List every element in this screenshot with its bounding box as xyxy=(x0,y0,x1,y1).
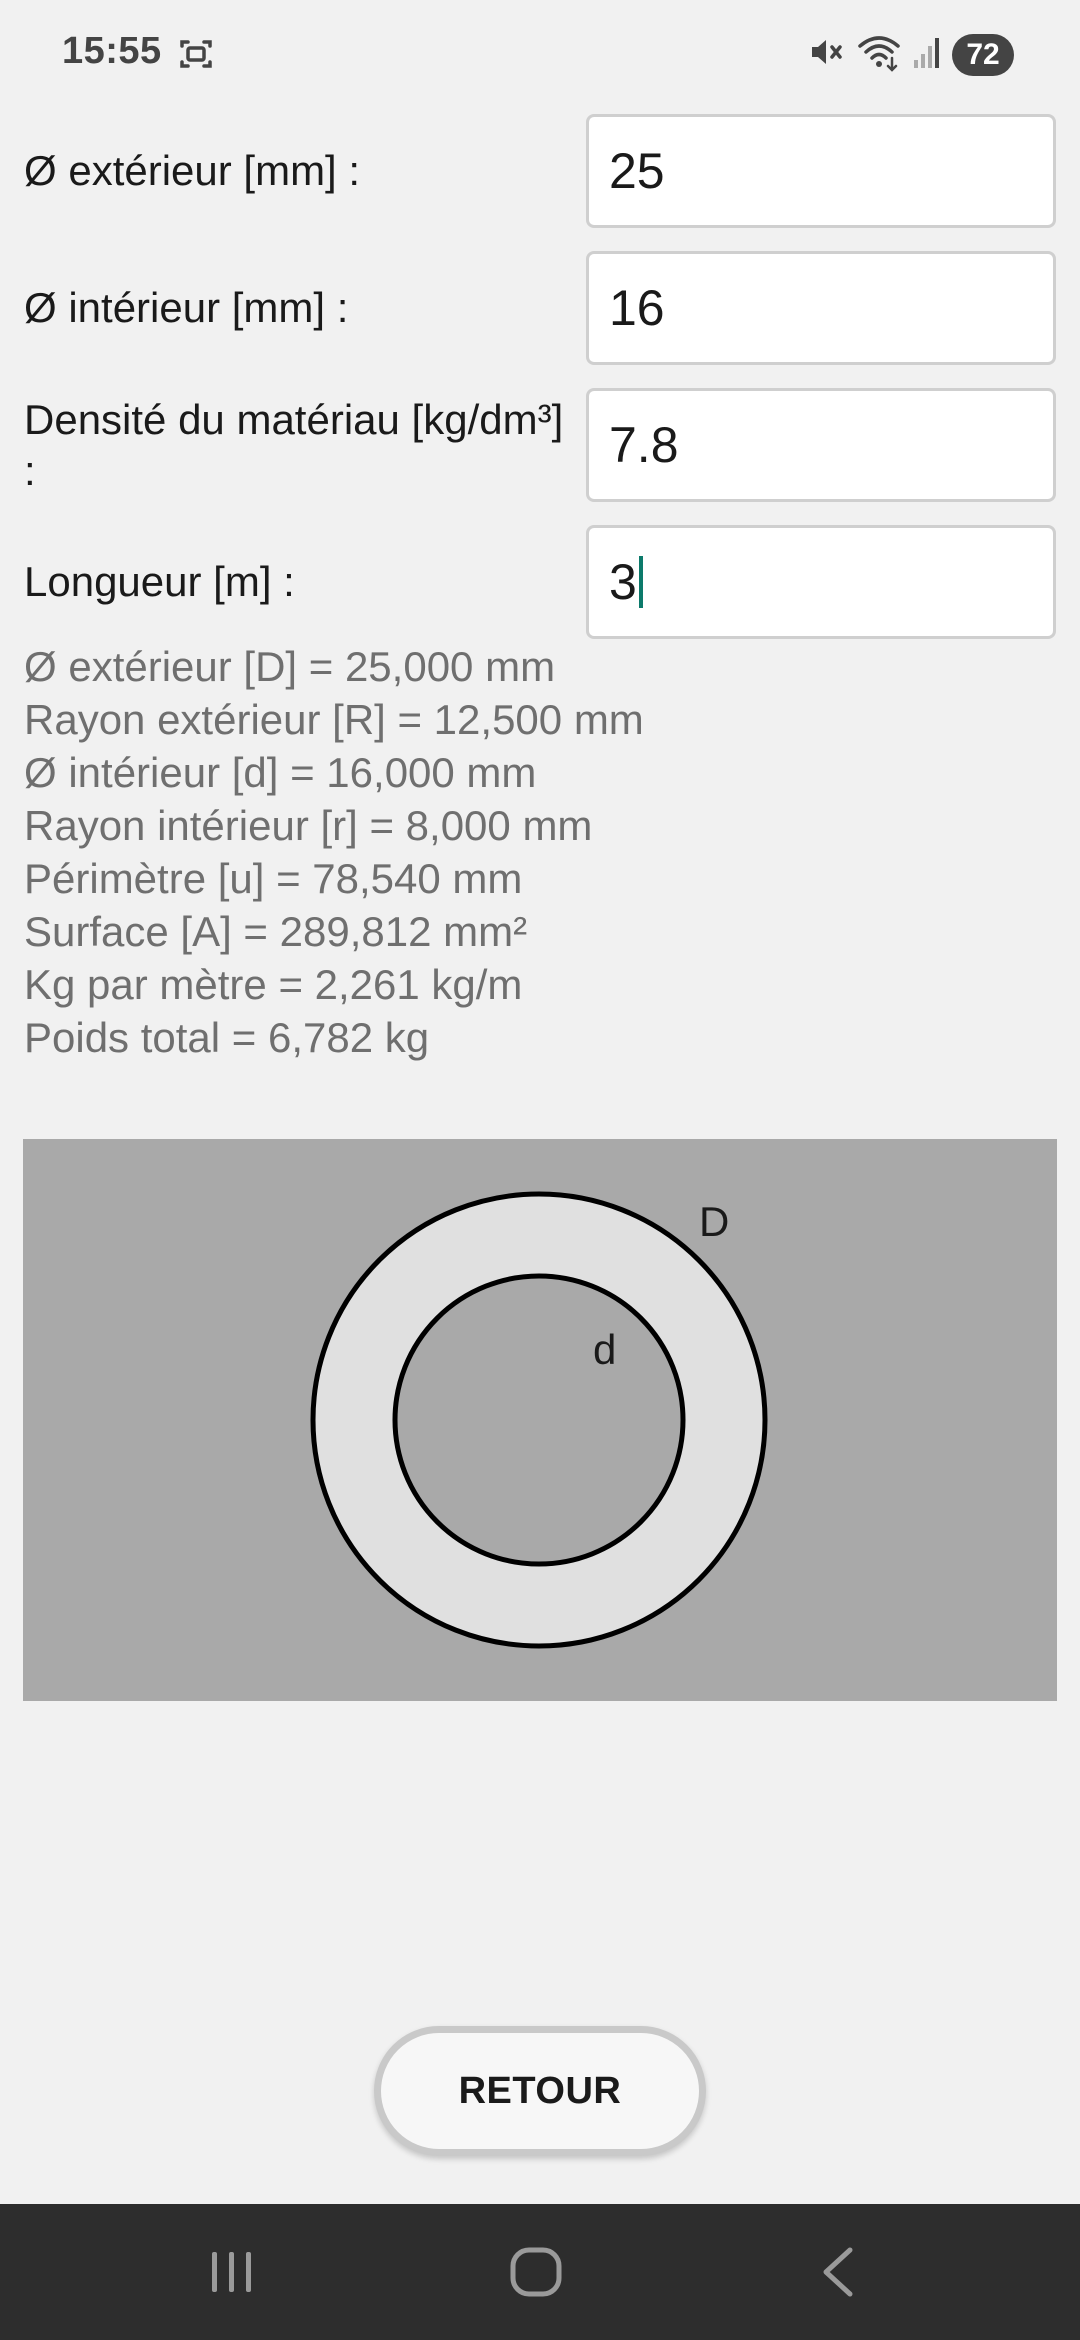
screenshot-icon xyxy=(178,36,214,77)
outer-diameter-label: Ø extérieur [mm] : xyxy=(24,147,361,195)
inner-circle xyxy=(392,1273,686,1567)
result-perimeter: Périmètre [u] = 78,540 mm xyxy=(24,855,523,902)
back-button[interactable]: RETOUR xyxy=(374,2026,706,2156)
text-caret xyxy=(638,556,643,608)
length-input-value: 3 xyxy=(609,554,637,610)
density-input[interactable]: 7.8 xyxy=(586,388,1056,502)
inner-diameter-marker: d xyxy=(593,1326,616,1373)
status-bar: 15:55 72 xyxy=(0,0,1080,110)
tube-diagram: D d xyxy=(23,1139,1057,1701)
outer-diameter-input[interactable]: 25 xyxy=(586,114,1056,228)
navigation-bar xyxy=(0,2204,1080,2340)
mute-icon xyxy=(806,32,846,77)
signal-icon xyxy=(912,32,942,77)
form-row-length: Longueur [m] : 3 xyxy=(0,525,1080,639)
result-surface: Surface [A] = 289,812 mm² xyxy=(24,908,528,955)
back-icon[interactable] xyxy=(814,2244,862,2305)
screen: 15:55 72 Ø extérieur [mm]: 25 Ø intérie… xyxy=(0,0,1080,2340)
results-list: Ø extérieur [D] = 25,000 mm Rayon extéri… xyxy=(24,640,1064,1064)
form-row-density: Densité du matériau [kg/dm³] : 7.8 xyxy=(0,388,1080,502)
result-outer-diameter: Ø extérieur [D] = 25,000 mm xyxy=(24,643,556,690)
result-outer-radius: Rayon extérieur [R] = 12,500 mm xyxy=(24,696,644,743)
outer-diameter-marker: D xyxy=(699,1198,729,1245)
wifi-icon xyxy=(856,32,902,77)
status-icons: 72 xyxy=(806,32,1014,77)
result-total-weight: Poids total = 6,782 kg xyxy=(24,1014,430,1061)
inner-diameter-input[interactable]: 16 xyxy=(586,251,1056,365)
density-label: Densité du matériau [kg/dm³] : xyxy=(24,395,564,494)
recent-apps-icon[interactable] xyxy=(206,2244,258,2305)
length-input[interactable]: 3 xyxy=(586,525,1056,639)
result-inner-diameter: Ø intérieur [d] = 16,000 mm xyxy=(24,749,537,796)
form-row-outer-diameter: Ø extérieur [mm] : 25 xyxy=(0,114,1080,228)
result-inner-radius: Rayon intérieur [r] = 8,000 mm xyxy=(24,802,593,849)
form-row-inner-diameter: Ø intérieur [mm] : 16 xyxy=(0,251,1080,365)
inner-diameter-label: Ø intérieur [mm] : xyxy=(24,284,349,332)
home-icon[interactable] xyxy=(508,2244,564,2305)
result-kg-per-meter: Kg par mètre = 2,261 kg/m xyxy=(24,961,523,1008)
battery-badge: 72 xyxy=(952,33,1014,76)
status-time: 15:55 xyxy=(62,30,162,72)
length-label: Longueur [m] : xyxy=(24,558,295,606)
